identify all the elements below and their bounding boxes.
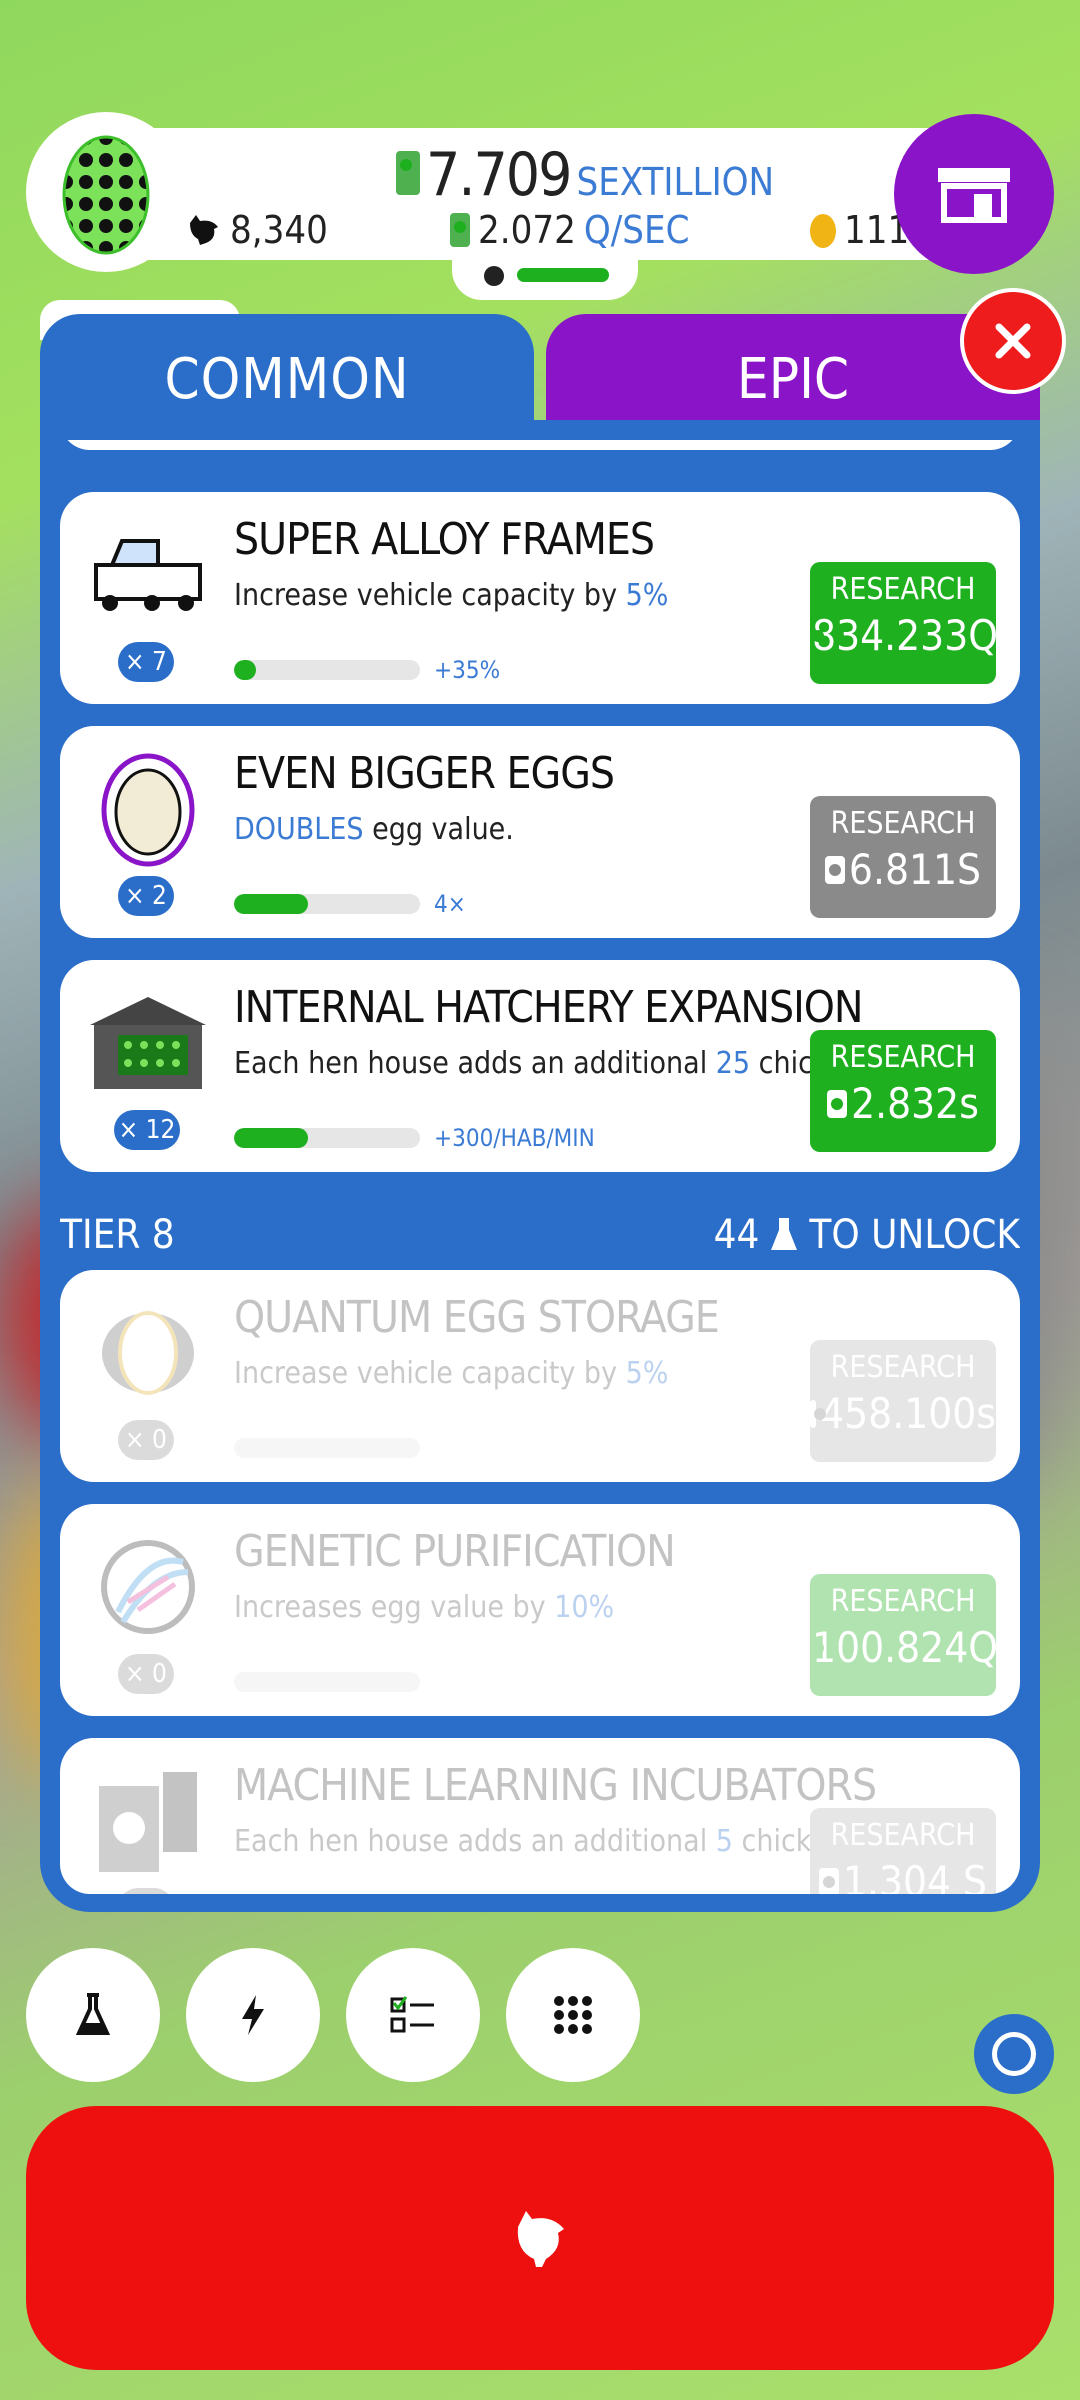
chicken-count-value: 8,340	[230, 208, 328, 252]
chicken-icon	[190, 215, 218, 245]
shop-icon	[938, 168, 1010, 223]
close-icon	[995, 323, 1031, 359]
camera-toggle-button[interactable]	[974, 2014, 1054, 2094]
tab-common-label: COMMON	[164, 346, 410, 412]
research-level-badge: × 0	[118, 1420, 174, 1460]
research-list[interactable]: × 7 SUPER ALLOY FRAMES Increase vehicle …	[60, 440, 1020, 1894]
flask-icon	[76, 1993, 110, 2035]
research-card: × 2 EVEN BIGGER EGGS DOUBLES egg value. …	[60, 726, 1020, 938]
rate-unit: Q/SEC	[583, 208, 690, 252]
cash-icon	[810, 1399, 827, 1428]
cash-icon	[396, 151, 420, 195]
rate-amount: 2.072	[478, 208, 576, 252]
research-description: Increases egg value by 10%	[234, 1590, 615, 1625]
research-bonus: +300/HAB/MIN	[434, 1124, 595, 1152]
research-level-badge: × 12	[114, 1110, 180, 1150]
research-menu-button[interactable]	[26, 1948, 160, 2082]
golden-egg-count[interactable]: 111	[808, 208, 909, 252]
research-card-locked: × 0 MACHINE LEARNING INCUBATORS Each hen…	[60, 1738, 1020, 1894]
tab-common[interactable]: COMMON	[40, 314, 534, 444]
research-progress-bar	[234, 660, 420, 680]
current-egg-badge[interactable]	[26, 112, 186, 272]
research-title: GENETIC PURIFICATION	[234, 1526, 676, 1577]
cash-icon	[827, 1089, 848, 1118]
research-card: × 12 INTERNAL HATCHERY EXPANSION Each he…	[60, 960, 1020, 1172]
research-title: INTERNAL HATCHERY EXPANSION	[234, 982, 864, 1033]
research-description: Increase vehicle capacity by 5%	[234, 1356, 669, 1391]
research-button[interactable]: RESEARCH 2.832s	[810, 1030, 996, 1152]
research-level-badge: × 2	[118, 876, 174, 916]
research-title: MACHINE LEARNING INCUBATORS	[234, 1760, 877, 1811]
cash-icon	[824, 855, 845, 884]
research-bonus: +35%	[434, 656, 501, 684]
ring-icon	[992, 2032, 1036, 2076]
hexagon-egg-icon	[62, 135, 150, 255]
research-card-locked: × 0 GENETIC PURIFICATION Increases egg v…	[60, 1504, 1020, 1716]
research-button: RESEARCH 100.824Q	[810, 1574, 998, 1696]
research-bonus: 4×	[434, 890, 466, 918]
boosts-button[interactable]	[186, 1948, 320, 2082]
egg-icon	[88, 753, 208, 867]
research-title: QUANTUM EGG STORAGE	[234, 1292, 720, 1343]
more-menu-button[interactable]	[506, 1948, 640, 2082]
tier-unlock-text: TO UNLOCK	[809, 1212, 1020, 1258]
research-button: RESEARCH 1.304 S	[810, 1808, 996, 1894]
research-button[interactable]: RESEARCH 834.233Q	[810, 562, 998, 684]
research-progress-bar	[234, 1128, 420, 1148]
quantum-egg-icon	[88, 1298, 208, 1408]
cash-unit: SEXTILLION	[576, 160, 775, 204]
shop-button[interactable]	[894, 114, 1054, 274]
cash-icon	[450, 213, 470, 247]
tier-unlock-count: 44	[713, 1212, 760, 1258]
research-progress-bar	[234, 894, 420, 914]
lightning-icon	[242, 1995, 264, 2035]
truck-icon	[88, 520, 208, 630]
previous-card-edge	[60, 440, 1020, 450]
hen-house-icon	[88, 988, 208, 1098]
research-title: EVEN BIGGER EGGS	[234, 748, 615, 799]
flask-icon	[771, 1218, 798, 1250]
research-button: RESEARCH 458.100s	[810, 1340, 996, 1462]
cash-icon	[818, 1867, 839, 1894]
tier-header: TIER 8 44 TO UNLOCK	[60, 1200, 1020, 1270]
research-card-locked: × 0 QUANTUM EGG STORAGE Increase vehicle…	[60, 1270, 1020, 1482]
dna-icon	[88, 1532, 208, 1642]
checklist-icon	[390, 1996, 434, 2033]
chicken-count: 8,340	[186, 208, 328, 252]
incubator-icon	[88, 1766, 208, 1876]
research-progress-bar	[234, 1438, 420, 1458]
research-button[interactable]: RESEARCH 6.811S	[810, 796, 996, 918]
tab-epic-label: EPIC	[736, 346, 850, 412]
hatch-chicken-button[interactable]	[26, 2106, 1054, 2370]
tier-label: TIER 8	[60, 1212, 175, 1258]
research-description: DOUBLES egg value.	[234, 812, 514, 847]
research-level-badge: × 0	[118, 1654, 174, 1694]
missions-button[interactable]	[346, 1948, 480, 2082]
research-level-badge: × 0	[118, 1888, 174, 1894]
tier-unlock-requirement: 44 TO UNLOCK	[714, 1212, 1020, 1258]
earning-rate: 2.072 Q/SEC	[450, 208, 689, 252]
chicken-icon	[484, 266, 504, 286]
cash-amount: 7.709	[426, 140, 572, 210]
research-title: SUPER ALLOY FRAMES	[234, 514, 655, 565]
hatch-progress-tab	[452, 250, 638, 300]
cash-display: 7.709 SEXTILLION	[396, 140, 774, 210]
research-level-badge: × 7	[118, 642, 174, 682]
grid-icon	[554, 1996, 592, 2034]
hatch-progress-bar	[517, 268, 609, 282]
research-description: Increase vehicle capacity by 5%	[234, 578, 669, 613]
close-button[interactable]	[960, 288, 1066, 394]
research-card: × 7 SUPER ALLOY FRAMES Increase vehicle …	[60, 492, 1020, 704]
research-progress-bar	[234, 1672, 420, 1692]
golden-egg-icon	[810, 214, 836, 248]
chicken-icon	[517, 2211, 564, 2267]
